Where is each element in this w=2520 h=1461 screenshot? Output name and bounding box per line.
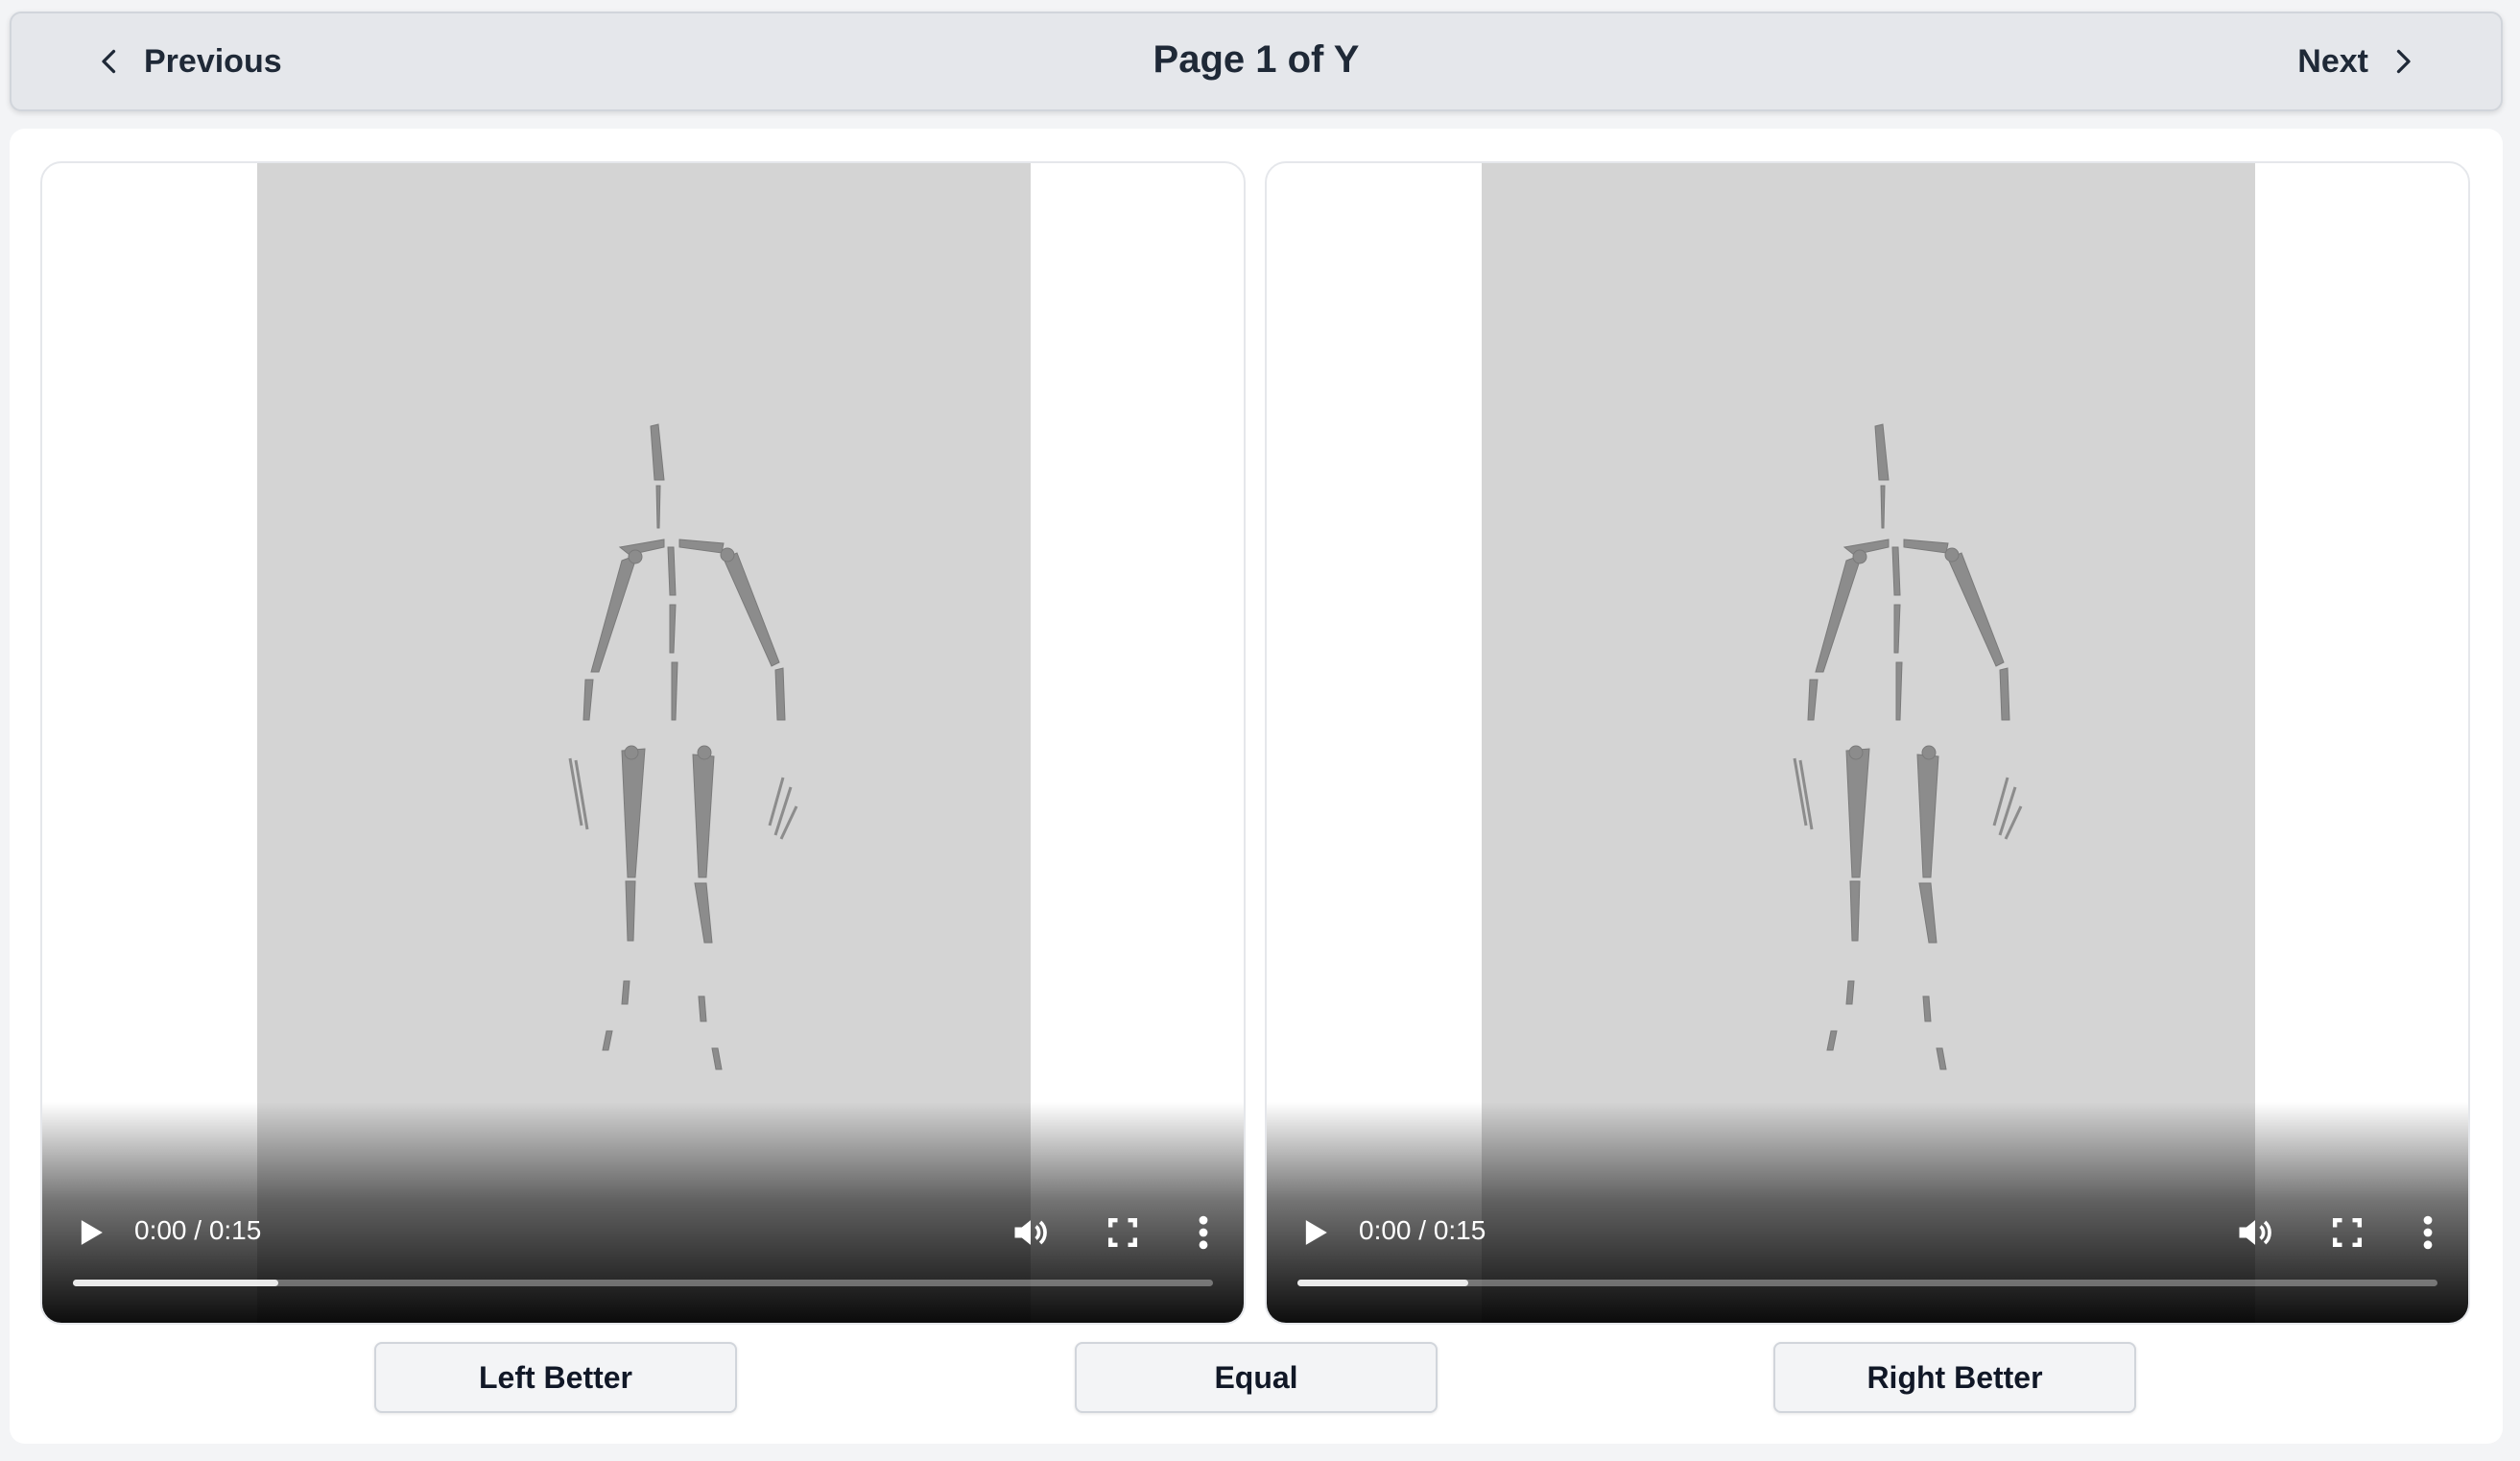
volume-icon[interactable] [1010,1211,1052,1254]
next-button[interactable]: Next [2297,35,2420,88]
right-video-player[interactable]: 0:00 / 0:15 [1265,161,2470,1325]
play-icon[interactable] [69,1211,111,1254]
progress-fill [73,1280,278,1286]
left-video-player[interactable]: 0:00 / 0:15 [40,161,1246,1325]
play-icon[interactable] [1294,1211,1336,1254]
progress-bar[interactable] [1297,1280,2437,1286]
progress-fill [1297,1280,1469,1286]
pagination-bar: Previous Page 1 of Y Next [10,12,2503,111]
left-better-button[interactable]: Left Better [374,1342,737,1413]
chevron-right-icon [2396,49,2411,74]
more-vertical-icon[interactable] [2418,1211,2437,1254]
video-time: 0:00 / 0:15 [1359,1215,1486,1245]
equal-button[interactable]: Equal [1075,1342,1438,1413]
volume-icon[interactable] [2234,1211,2276,1254]
fullscreen-icon[interactable] [1102,1211,1144,1254]
video-time: 0:00 / 0:15 [134,1215,262,1245]
page-title: Page 1 of Y [1153,38,1360,81]
comparison-card: 0:00 / 0:15 0:00 / 0:15 Left Better Equa… [10,129,2503,1444]
video-controls: 0:00 / 0:15 [42,1204,1244,1261]
more-vertical-icon[interactable] [1194,1211,1213,1254]
progress-bar[interactable] [73,1280,1213,1286]
fullscreen-icon[interactable] [2326,1211,2368,1254]
right-better-button[interactable]: Right Better [1773,1342,2136,1413]
next-label: Next [2297,42,2368,80]
video-controls: 0:00 / 0:15 [1267,1204,2468,1261]
